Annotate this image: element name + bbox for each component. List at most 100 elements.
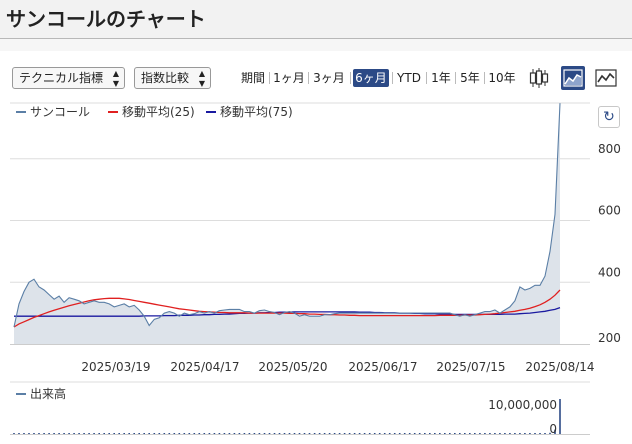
- volume-bar: [524, 433, 526, 434]
- index-compare-label: 指数比較: [141, 71, 190, 85]
- volume-bar: [13, 433, 15, 434]
- volume-bar: [303, 433, 306, 434]
- price-y-tick-label: 400: [598, 265, 621, 279]
- page-title: サンコールのチャート: [6, 7, 206, 31]
- volume-bar: [198, 433, 201, 434]
- price-y-tick-label: 800: [598, 142, 621, 156]
- volume-bar: [228, 433, 231, 434]
- volume-bar: [113, 433, 115, 434]
- volume-bar: [348, 433, 351, 434]
- volume-bar: [398, 433, 401, 434]
- volume-bar: [48, 433, 50, 434]
- price-y-axis: 200 400 600 800: [598, 142, 621, 345]
- range-divider: [426, 72, 427, 84]
- volume-bar: [383, 433, 386, 434]
- volume-bar: [133, 433, 135, 434]
- volume-bar: [218, 433, 221, 434]
- volume-bar: [363, 433, 366, 434]
- volume-bar: [118, 433, 120, 434]
- price-x-tick-label: 2025/03/19: [81, 360, 150, 374]
- volume-bar: [258, 433, 261, 434]
- area-chart-icon[interactable]: [561, 66, 585, 90]
- price-x-axis: 2025/03/19 2025/04/17 2025/05/20 2025/06/17…: [81, 360, 594, 374]
- range-button-1m[interactable]: 1ヶ月: [272, 69, 306, 87]
- volume-bar: [288, 433, 291, 434]
- price-area-fill: [14, 103, 560, 344]
- refresh-icon: ↻: [603, 109, 615, 125]
- volume-bar: [509, 433, 511, 434]
- volume-bar: [544, 433, 546, 434]
- volume-y-axis: 0 10,000,000: [488, 398, 557, 436]
- select-arrows-icon: ▲ ▼: [112, 69, 119, 88]
- volume-bar: [439, 433, 441, 434]
- range-divider: [455, 72, 456, 84]
- volume-bar: [368, 433, 371, 434]
- volume-bar: [388, 433, 391, 434]
- legend-ma25-label: 移動平均(25): [122, 105, 195, 119]
- range-button-5y[interactable]: 5年: [458, 69, 482, 87]
- range-button-10y[interactable]: 10年: [487, 69, 517, 87]
- volume-bar: [143, 433, 145, 434]
- volume-bar: [373, 433, 376, 434]
- volume-bar: [28, 433, 30, 434]
- range-button-1y[interactable]: 1年: [429, 69, 453, 87]
- refresh-button[interactable]: ↻: [598, 106, 620, 128]
- volume-bar: [178, 433, 181, 434]
- volume-bar: [434, 433, 436, 434]
- volume-bar: [429, 433, 431, 434]
- volume-bar: [418, 433, 421, 434]
- volume-bar: [53, 433, 55, 434]
- volume-bar: [333, 433, 336, 434]
- volume-y-tick-label: 0: [549, 422, 557, 436]
- volume-bar: [123, 433, 125, 434]
- volume-bar: [298, 433, 301, 434]
- volume-bar: [248, 433, 251, 434]
- volume-bar: [38, 433, 40, 434]
- volume-bar: [88, 433, 90, 434]
- volume-bar: [559, 399, 561, 434]
- volume-bar: [519, 433, 521, 434]
- volume-bar: [233, 433, 236, 434]
- volume-bar: [78, 433, 80, 434]
- volume-bar: [183, 433, 186, 434]
- volume-bar: [33, 433, 35, 434]
- price-x-tick-label: 2025/04/17: [170, 360, 239, 374]
- volume-bar: [23, 433, 25, 434]
- volume-bar: [514, 433, 516, 434]
- volume-bar: [469, 433, 471, 434]
- volume-bar: [474, 433, 476, 434]
- technical-indicator-select[interactable]: テクニカル指標 ▲ ▼: [12, 67, 125, 89]
- price-lines: [13, 103, 561, 328]
- volume-bar: [449, 433, 451, 434]
- stock-chart[interactable]: サンコール 移動平均(25) 移動平均(75) 200 400 600 800 2025/…: [0, 97, 632, 444]
- volume-bar: [138, 433, 140, 434]
- volume-bar: [484, 433, 486, 434]
- range-divider: [484, 72, 485, 84]
- range-button-ytd[interactable]: YTD: [395, 69, 423, 87]
- price-y-tick-label: 600: [598, 204, 621, 218]
- volume-bar: [378, 433, 381, 434]
- volume-bar: [413, 433, 416, 434]
- volume-bar: [98, 433, 100, 434]
- legend-price-label: サンコール: [30, 105, 90, 119]
- volume-bar: [479, 433, 481, 434]
- volume-bar: [499, 433, 501, 434]
- range-divider: [350, 72, 351, 84]
- volume-bar: [278, 433, 281, 434]
- volume-bar: [338, 433, 341, 434]
- volume-bar: [223, 433, 226, 434]
- price-area: [14, 103, 560, 344]
- volume-bar: [393, 433, 396, 434]
- volume-bar: [408, 433, 411, 434]
- volume-bar: [108, 433, 110, 434]
- candlestick-icon[interactable]: [527, 66, 551, 90]
- index-compare-select[interactable]: 指数比較 ▲ ▼: [134, 67, 211, 89]
- range-button-6m[interactable]: 6ヶ月: [353, 69, 389, 87]
- line-chart-icon[interactable]: [594, 66, 618, 90]
- volume-bar: [444, 433, 446, 434]
- range-button-3m[interactable]: 3ヶ月: [311, 69, 347, 87]
- chart-toolbar: テクニカル指標 ▲ ▼ 指数比較 ▲ ▼ 期間 1ヶ月 3ヶ月 6ヶ月 YTD 1年…: [0, 51, 632, 97]
- legend-volume-label: 出来高: [30, 386, 66, 401]
- volume-bar: [308, 433, 311, 434]
- volume-bar: [193, 433, 196, 434]
